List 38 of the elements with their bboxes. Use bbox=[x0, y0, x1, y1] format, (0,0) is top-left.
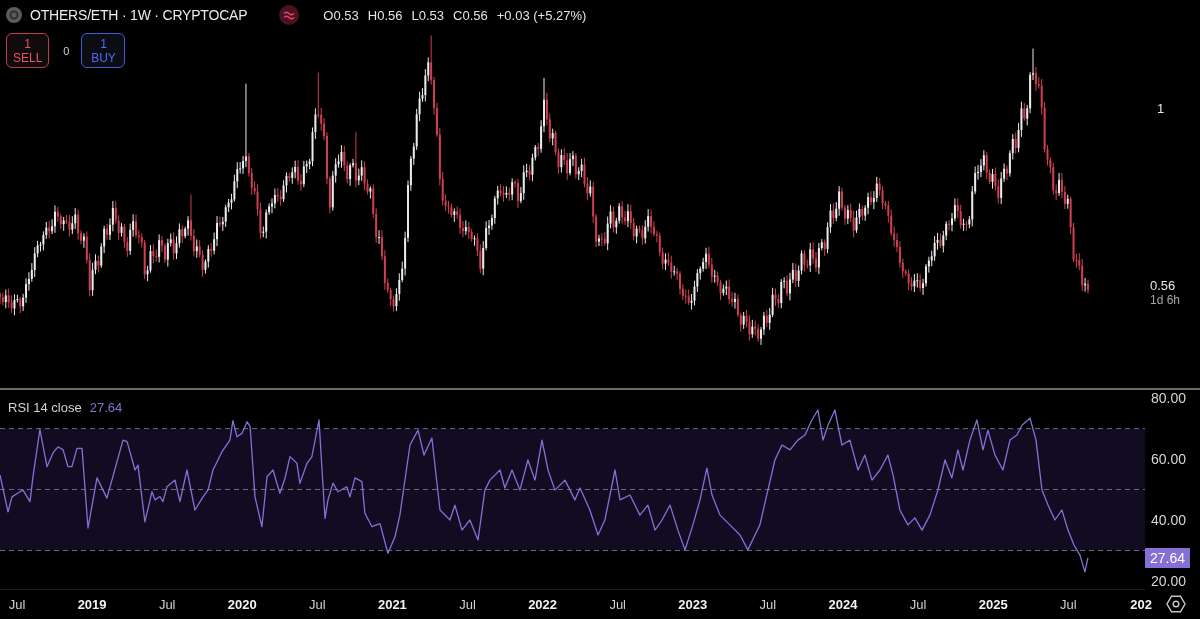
y-axis-label: 60.00 bbox=[1151, 451, 1187, 467]
buy-button[interactable]: 1 BUY bbox=[81, 33, 126, 68]
x-axis-label: Jul bbox=[309, 597, 326, 612]
ohlc-value: O0.53 bbox=[323, 7, 359, 23]
y-axis-label: 80.00 bbox=[1151, 390, 1187, 407]
current-value-label: 27.64 bbox=[1145, 547, 1191, 568]
x-axis-label: Jul bbox=[459, 597, 476, 612]
symbol-icon bbox=[6, 7, 22, 23]
settings-icon[interactable] bbox=[1166, 594, 1186, 614]
wavy-lines-icon bbox=[279, 5, 300, 25]
x-axis-label: Jul bbox=[759, 597, 777, 612]
y-axis-label: 40.00 bbox=[1151, 512, 1187, 528]
x-axis-label: 2023 bbox=[678, 597, 708, 612]
indicator-value: 27.64 bbox=[89, 400, 123, 416]
x-axis-label: 2024 bbox=[828, 597, 858, 612]
sell-button[interactable]: 1 SELL bbox=[6, 33, 50, 68]
x-axis-label: 202 bbox=[1130, 597, 1152, 612]
x-axis-label: Jul bbox=[1060, 597, 1077, 612]
x-axis-label: 2020 bbox=[227, 597, 257, 612]
x-axis-label: Jul bbox=[8, 597, 26, 612]
x-axis-label: 2025 bbox=[978, 597, 1008, 612]
x-axis-label: Jul bbox=[909, 597, 927, 612]
indicator-title: RSI 14 close bbox=[8, 400, 82, 416]
ohlc-value: C0.56 bbox=[453, 7, 488, 23]
x-axis-label: Jul bbox=[609, 597, 626, 612]
price-change: +0.03 (+5.27%) bbox=[496, 7, 587, 23]
x-axis-label: 2022 bbox=[528, 597, 558, 612]
countdown-label: 1d 6h bbox=[1150, 293, 1181, 307]
spread-value: 0 bbox=[63, 44, 70, 57]
x-axis-label: Jul bbox=[158, 597, 176, 612]
ohlc-value: H0.56 bbox=[367, 7, 403, 23]
x-axis-label: 2021 bbox=[377, 597, 407, 612]
last-price-label: 0.56 bbox=[1150, 278, 1177, 293]
price-axis-label: 1 bbox=[1157, 101, 1165, 117]
ohlc-value: L0.53 bbox=[411, 7, 444, 23]
symbol-title: OTHERS/ETH · 1W · CRYPTOCAP bbox=[30, 7, 248, 23]
y-axis-label: 20.00 bbox=[1151, 573, 1187, 589]
x-axis-label: 2019 bbox=[77, 597, 107, 612]
